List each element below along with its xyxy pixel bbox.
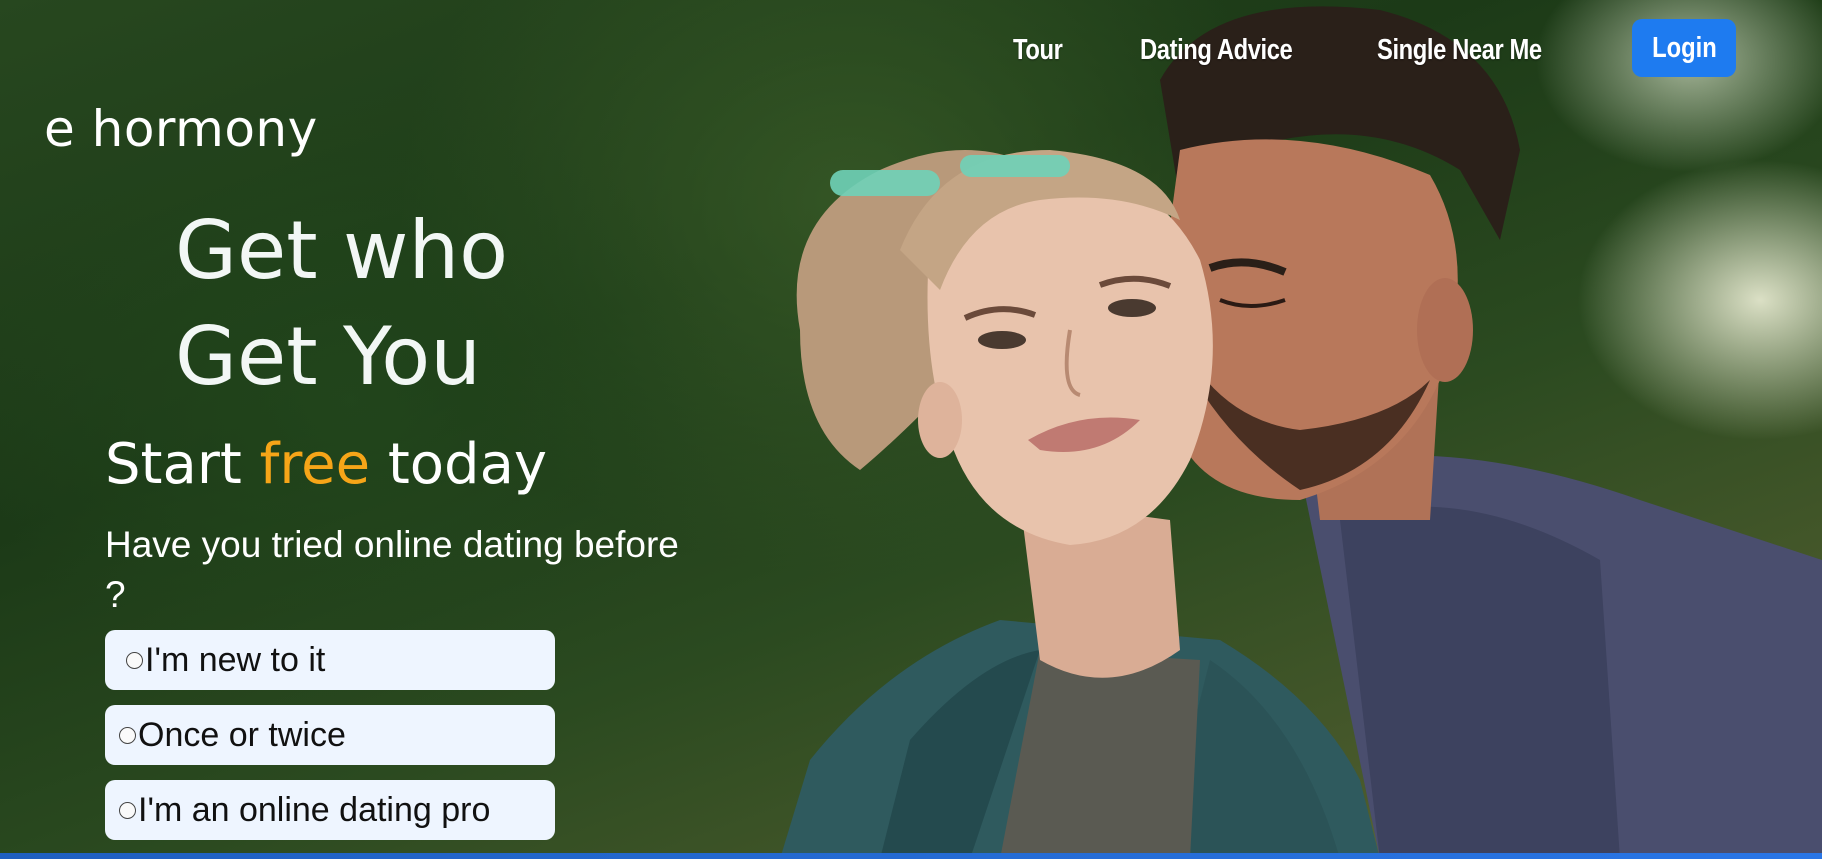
radio-icon[interactable] (119, 726, 136, 744)
hero-subhead: Start free today (105, 432, 547, 497)
radio-icon[interactable] (126, 651, 143, 669)
subhead-end: today (370, 432, 548, 497)
option-online-dating-pro[interactable]: I'm an online dating pro (105, 780, 555, 840)
dating-question: Have you tried online dating before ? (105, 524, 679, 615)
subhead-accent: free (259, 432, 371, 497)
option-once-or-twice[interactable]: Once or twice (105, 705, 555, 765)
login-button[interactable]: Login (1632, 19, 1736, 77)
option-label: I'm new to it (145, 640, 326, 679)
top-nav: Tour Dating Advice Single Near Me Login (0, 0, 1822, 100)
nav-link-dating-advice[interactable]: Dating Advice (1140, 34, 1293, 67)
headline-line-2: Get You (175, 310, 481, 403)
option-label: Once or twice (138, 715, 346, 754)
option-new-to-it[interactable]: I'm new to it (105, 630, 555, 690)
bottom-accent-bar (0, 853, 1822, 859)
nav-link-single-near-me[interactable]: Single Near Me (1377, 34, 1542, 67)
nav-link-tour[interactable]: Tour (1013, 34, 1063, 67)
hero-headline: Get who Get You (175, 198, 508, 410)
radio-icon[interactable] (119, 801, 136, 819)
option-label: I'm an online dating pro (138, 790, 491, 829)
site-logo[interactable]: e hormony (44, 100, 318, 158)
subhead-start: Start (105, 432, 260, 497)
hero-section: Tour Dating Advice Single Near Me Login … (0, 0, 1822, 859)
login-button-label: Login (1651, 31, 1717, 64)
headline-line-1: Get who (175, 204, 509, 297)
couple-photo (780, 6, 1822, 859)
